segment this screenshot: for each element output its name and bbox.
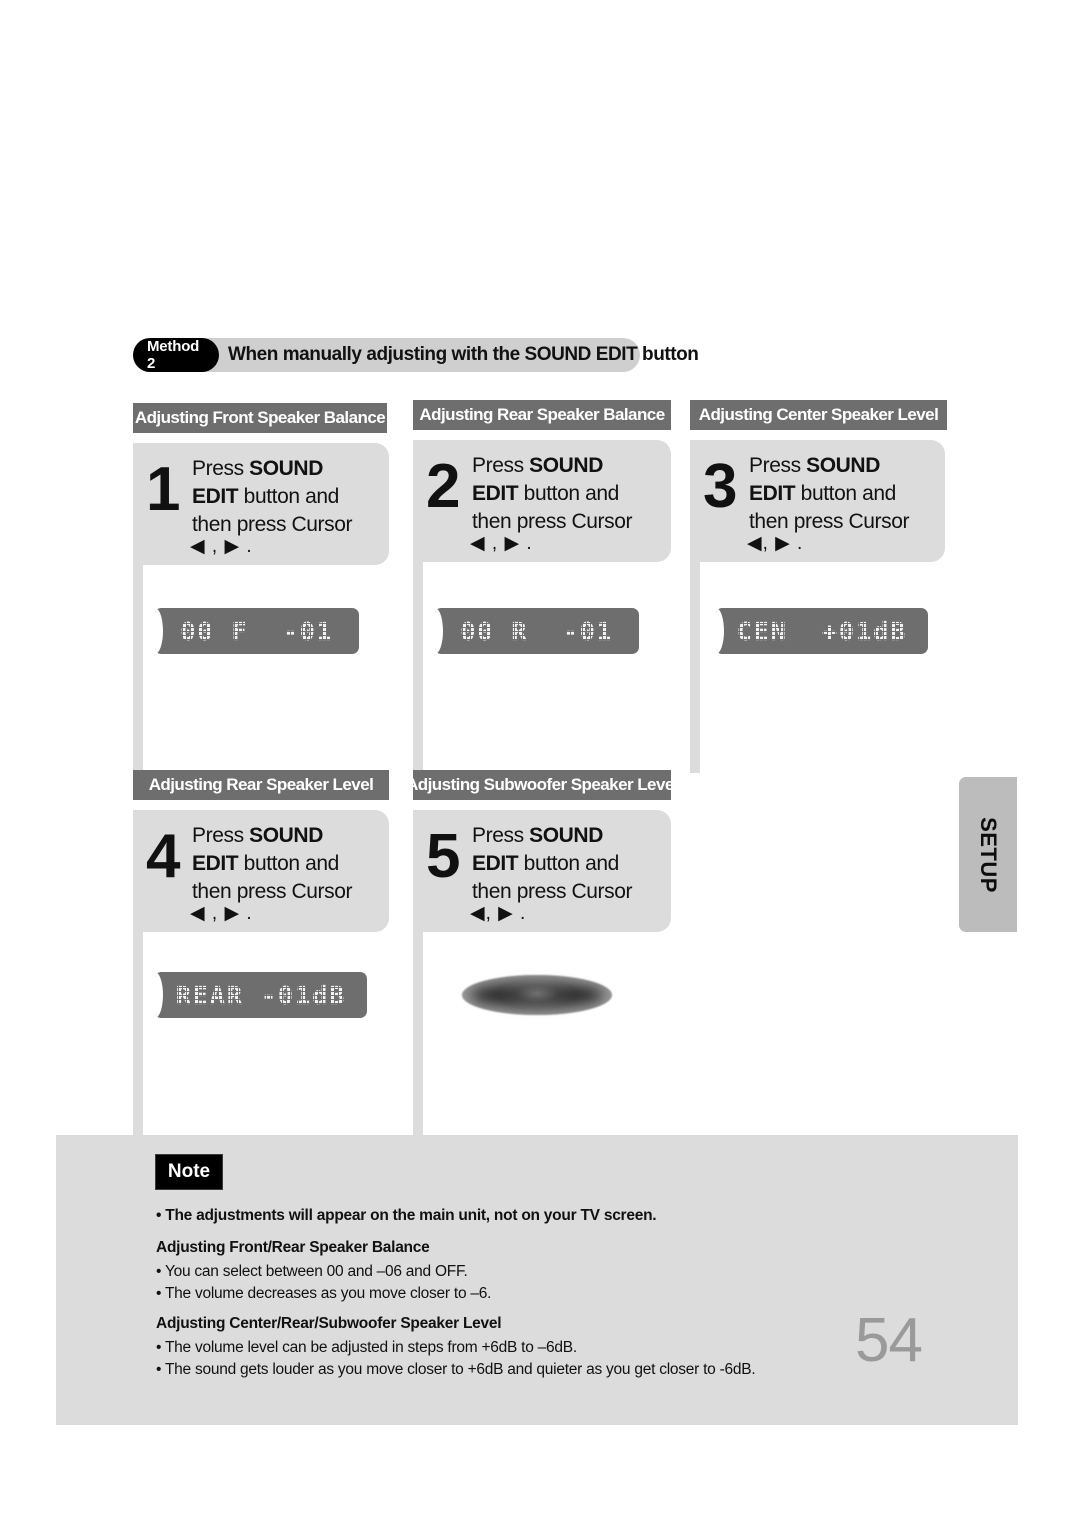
step-line2-bold: EDIT <box>472 482 519 505</box>
step-number: 3 <box>703 452 738 521</box>
step-line1-bold: SOUND <box>529 454 603 477</box>
method-banner-title: When manually adjusting with the SOUND E… <box>228 344 699 365</box>
lcd-display-text: 00 F -01 <box>174 610 341 652</box>
lcd-display-rear-balance: 00 R -01 <box>435 608 639 654</box>
step-line3: then press Cursor <box>192 880 353 903</box>
cursor-arrows-icon: ◀ , ▶ . <box>190 536 253 557</box>
step-line2-bold: EDIT <box>472 852 519 875</box>
cursor-arrows-icon: ◀, ▶ . <box>747 533 804 554</box>
cursor-arrows-icon: ◀, ▶ . <box>470 903 527 924</box>
note-section1-title: Adjusting Front/Rear Speaker Balance <box>156 1239 430 1256</box>
step-instruction-box-4: 4 Press SOUND EDIT button and then press… <box>133 810 389 932</box>
section-header-subwoofer-level: Adjusting Subwoofer Speaker Level <box>406 770 678 800</box>
section-header-rear-balance: Adjusting Rear Speaker Balance <box>413 400 671 430</box>
lcd-display-text: CEN +01dB <box>730 610 913 652</box>
step-instruction-box-2: 2 Press SOUND EDIT button and then press… <box>413 440 671 562</box>
step-number: 4 <box>146 822 181 891</box>
step-number: 5 <box>426 822 461 891</box>
step-instruction-box-1: 1 Press SOUND EDIT button and then press… <box>133 443 389 565</box>
step-instruction-text: Press SOUND EDIT button and then press C… <box>472 822 633 906</box>
lcd-display-rear-level: REAR -01dB <box>155 972 367 1018</box>
note-panel: Note • The adjustments will appear on th… <box>56 1135 1018 1425</box>
note-section1-bullet-1: • You can select between 00 and –06 and … <box>156 1263 468 1280</box>
step-instruction-box-3: 3 Press SOUND EDIT button and then press… <box>690 440 945 562</box>
step-line3: then press Cursor <box>192 513 353 536</box>
note-section2-bullet-1: • The volume level can be adjusted in st… <box>156 1339 577 1356</box>
step-line2-bold: EDIT <box>192 852 239 875</box>
note-section2-bullet-2: • The sound gets louder as you move clos… <box>156 1361 756 1378</box>
step-line1-bold: SOUND <box>249 457 323 480</box>
cursor-arrows-icon: ◀ , ▶ . <box>470 533 533 554</box>
step-line1-prefix: Press <box>472 454 530 477</box>
step-instruction-text: Press SOUND EDIT button and then press C… <box>472 452 633 536</box>
lcd-display-text: 00 R -01 <box>454 610 621 652</box>
step-line1-bold: SOUND <box>249 824 323 847</box>
step-line2-suffix: button and <box>518 852 620 875</box>
note-section1-bullet-2: • The volume decreases as you move close… <box>156 1285 492 1302</box>
step-line1-bold: SOUND <box>529 824 603 847</box>
lcd-display-center-level: CEN +01dB <box>716 608 928 654</box>
step-line2-suffix: button and <box>238 852 340 875</box>
subwoofer-speaker-image <box>435 967 639 1023</box>
step-line1-prefix: Press <box>192 824 250 847</box>
step-line3: then press Cursor <box>749 510 910 533</box>
step-line2-bold: EDIT <box>192 485 239 508</box>
step-line3: then press Cursor <box>472 510 633 533</box>
section-header-center-level: Adjusting Center Speaker Level <box>690 400 947 430</box>
setup-tab-label: SETUP <box>976 816 1002 893</box>
lcd-display-text: REAR -01dB <box>169 974 352 1016</box>
cursor-arrows-icon: ◀ , ▶ . <box>190 903 253 924</box>
step-number: 1 <box>146 455 181 524</box>
method-banner: Method 2 When manually adjusting with th… <box>133 338 699 372</box>
note-section2-title: Adjusting Center/Rear/Subwoofer Speaker … <box>156 1315 502 1332</box>
setup-side-tab: SETUP <box>959 777 1017 932</box>
step-line2-suffix: button and <box>518 482 620 505</box>
note-bullet-main: • The adjustments will appear on the mai… <box>156 1207 657 1224</box>
step-line2-bold: EDIT <box>749 482 796 505</box>
note-badge: Note <box>155 1154 223 1190</box>
lcd-display-front-balance: 00 F -01 <box>155 608 359 654</box>
method-pill-label: Method 2 <box>133 338 219 372</box>
step-instruction-text: Press SOUND EDIT button and then press C… <box>192 455 353 539</box>
step-line3: then press Cursor <box>472 880 633 903</box>
step-line1-prefix: Press <box>472 824 530 847</box>
step-instruction-text: Press SOUND EDIT button and then press C… <box>749 452 910 536</box>
section-header-rear-level: Adjusting Rear Speaker Level <box>133 770 389 800</box>
step-line1-bold: SOUND <box>806 454 880 477</box>
step-line2-suffix: button and <box>238 485 340 508</box>
step-instruction-text: Press SOUND EDIT button and then press C… <box>192 822 353 906</box>
page-number: 54 <box>855 1306 923 1375</box>
step-line1-prefix: Press <box>192 457 250 480</box>
step-line1-prefix: Press <box>749 454 807 477</box>
step-number: 2 <box>426 452 461 521</box>
step-line2-suffix: button and <box>795 482 897 505</box>
section-header-front-balance: Adjusting Front Speaker Balance <box>133 403 387 433</box>
subwoofer-cone-icon <box>462 975 612 1015</box>
step-instruction-box-5: 5 Press SOUND EDIT button and then press… <box>413 810 671 932</box>
